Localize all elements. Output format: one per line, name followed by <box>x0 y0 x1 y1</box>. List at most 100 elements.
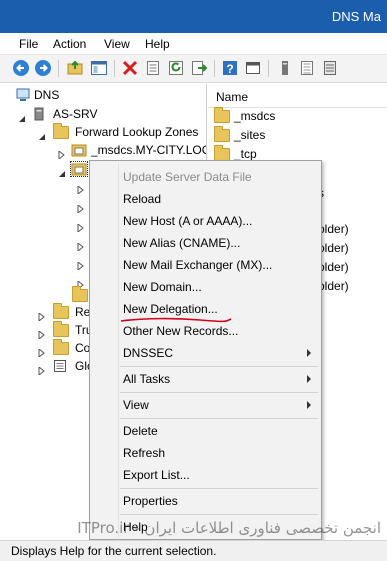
menu-item-label: Reload <box>123 192 162 206</box>
menu-separator <box>120 418 318 419</box>
menu-item-dnssec[interactable]: DNSSEC <box>90 343 321 363</box>
menu-item-refresh[interactable]: Refresh <box>90 443 321 463</box>
list-item-partial: older) <box>318 222 349 236</box>
collapse-icon[interactable] <box>58 165 66 177</box>
status-bar: Displays Help for the current selection. <box>0 540 387 561</box>
menu-item-delete[interactable]: Delete <box>90 421 321 441</box>
folder-icon <box>53 321 69 337</box>
tree-label-dns: DNS <box>34 88 60 102</box>
svg-text:?: ? <box>226 62 233 76</box>
zone-icon[interactable] <box>298 59 316 77</box>
watermark: انجمن تخصصی فناوری اطلاعات ایران - ITPro… <box>77 519 381 537</box>
menu-separator <box>120 488 318 489</box>
menu-item-label: Refresh <box>123 446 166 460</box>
properties-icon[interactable] <box>144 59 162 77</box>
collapse-icon[interactable] <box>38 128 46 140</box>
menu-item-reload[interactable]: Reload <box>90 189 321 209</box>
menu-item-new-host[interactable]: New Host (A or AAAA)... <box>90 211 321 231</box>
back-icon[interactable] <box>12 59 30 77</box>
window-title: DNS Ma <box>331 9 381 24</box>
menu-item-label: New Delegation... <box>123 302 218 316</box>
show-hide-tree-icon[interactable] <box>90 59 108 77</box>
server-icon <box>32 107 46 121</box>
menu-file[interactable]: File <box>19 37 38 51</box>
server-icon[interactable] <box>321 59 339 77</box>
expand-icon[interactable] <box>77 202 85 215</box>
expand-icon[interactable] <box>38 344 46 359</box>
console-icon[interactable] <box>244 59 262 77</box>
context-menu: Update Server Data File Reload New Host … <box>89 160 322 540</box>
toolbar-separator <box>268 60 269 77</box>
menu-separator <box>120 514 318 515</box>
column-header-name[interactable]: Name <box>208 86 387 108</box>
expand-icon[interactable] <box>77 259 85 272</box>
expand-icon[interactable] <box>38 308 46 323</box>
export-icon[interactable] <box>190 59 208 77</box>
collapse-icon[interactable] <box>18 110 26 122</box>
menu-view[interactable]: View <box>104 37 130 51</box>
list-item-partial: older) <box>318 260 349 274</box>
expand-icon[interactable] <box>77 240 85 253</box>
menu-item-other-new-records[interactable]: Other New Records... <box>90 321 321 341</box>
submenu-arrow-icon <box>307 349 311 357</box>
zone-icon <box>70 161 88 177</box>
expand-icon[interactable] <box>38 362 46 377</box>
submenu-arrow-icon <box>307 401 311 409</box>
folder-icon <box>53 123 69 139</box>
delete-icon[interactable] <box>121 59 139 77</box>
expand-icon[interactable] <box>77 183 85 196</box>
toolbar: ? <box>0 55 387 83</box>
tree-label-msdcs-zone: _msdcs.MY-CITY.LOC <box>91 143 207 157</box>
menu-item-new-mail-exchanger[interactable]: New Mail Exchanger (MX)... <box>90 255 321 275</box>
status-text: Displays Help for the current selection. <box>11 544 217 558</box>
menu-bar: File Action View Help <box>0 33 387 55</box>
menu-item-view[interactable]: View <box>90 395 321 415</box>
menu-item-label: Other New Records... <box>123 324 239 338</box>
title-bar: DNS Ma <box>0 0 387 33</box>
list-item-label: _sites <box>234 128 266 142</box>
forward-icon[interactable] <box>34 59 52 77</box>
expand-icon[interactable] <box>77 221 85 234</box>
column-header-label: Name <box>216 90 249 104</box>
menu-item-label: New Host (A or AAAA)... <box>123 214 253 228</box>
toolbar-separator <box>114 60 115 77</box>
expand-icon[interactable] <box>77 278 85 291</box>
expand-icon[interactable] <box>58 146 66 161</box>
refresh-icon[interactable] <box>167 59 185 77</box>
menu-item-all-tasks[interactable]: All Tasks <box>90 369 321 389</box>
dns-icon <box>16 88 30 102</box>
folder-icon <box>214 107 230 123</box>
toolbar-separator <box>58 60 59 77</box>
menu-item-label: Properties <box>123 494 178 508</box>
menu-help[interactable]: Help <box>145 37 170 51</box>
up-folder-icon[interactable] <box>66 59 84 77</box>
host-icon[interactable] <box>276 59 294 77</box>
menu-action[interactable]: Action <box>53 37 86 51</box>
menu-item-export-list[interactable]: Export List... <box>90 465 321 485</box>
submenu-arrow-icon <box>307 375 311 383</box>
list-item-label: _msdcs <box>234 109 276 123</box>
list-item-partial: older) <box>318 241 349 255</box>
folder-icon <box>53 339 69 355</box>
menu-item-label: Delete <box>123 424 158 438</box>
menu-item-label: Update Server Data File <box>123 170 252 184</box>
menu-item-update-server-data-file: Update Server Data File <box>90 167 321 187</box>
menu-item-properties[interactable]: Properties <box>90 491 321 511</box>
menu-separator <box>120 392 318 393</box>
menu-item-new-alias[interactable]: New Alias (CNAME)... <box>90 233 321 253</box>
toolbar-separator <box>214 60 215 77</box>
menu-item-label: View <box>123 398 149 412</box>
menu-item-label: New Alias (CNAME)... <box>123 236 241 250</box>
annotation-underline <box>120 317 232 323</box>
help-icon[interactable]: ? <box>221 59 239 77</box>
zone-icon <box>71 143 87 157</box>
tree-label-forward-lookup-zones: Forward Lookup Zones <box>75 125 199 139</box>
menu-item-new-domain[interactable]: New Domain... <box>90 277 321 297</box>
log-icon <box>53 359 67 373</box>
menu-item-label: DNSSEC <box>123 346 174 360</box>
menu-item-label: New Mail Exchanger (MX)... <box>123 258 273 272</box>
folder-icon <box>214 126 230 142</box>
menu-item-label: All Tasks <box>123 372 171 386</box>
menu-item-label: Export List... <box>123 468 190 482</box>
expand-icon[interactable] <box>38 326 46 341</box>
